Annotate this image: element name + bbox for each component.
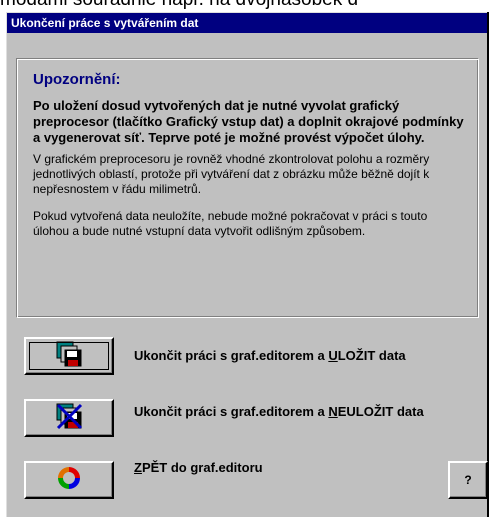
- warning-panel: Upozornění: Po uložení dosud vytvořených…: [16, 58, 479, 318]
- save-and-exit-label: Ukončit práci s graf.editorem a ULOŽIT d…: [134, 348, 406, 363]
- save-and-exit-button[interactable]: [24, 337, 114, 375]
- exit-dialog: Ukončení práce s vytvářením dat Upozorně…: [6, 12, 488, 517]
- exit-without-saving-button[interactable]: [24, 399, 114, 437]
- warning-paragraph-1: V grafickém preprocesoru je rovněž vhodn…: [33, 152, 430, 196]
- warning-paragraph-2: Pokud vytvořená data neuložíte, nebude m…: [33, 209, 428, 238]
- refresh-arrows-icon: [55, 464, 83, 497]
- background-text: modami souradnie napr. na dvojnasobek d: [0, 0, 504, 11]
- exit-without-saving-label: Ukončit práci s graf.editorem a NEULOŽIT…: [134, 404, 424, 419]
- save-floppy-icon: [55, 340, 83, 373]
- help-button[interactable]: ?: [448, 461, 488, 499]
- warning-heading: Upozornění:: [33, 71, 121, 88]
- discard-floppy-icon: [55, 402, 83, 435]
- warning-bold-text: Po uložení dosud vytvořených dat je nutn…: [33, 98, 464, 145]
- back-to-editor-button[interactable]: [24, 461, 114, 499]
- back-to-editor-label: ZPĚT do graf.editoru: [134, 460, 263, 475]
- dialog-title: Ukončení práce s vytvářením dat: [7, 13, 487, 33]
